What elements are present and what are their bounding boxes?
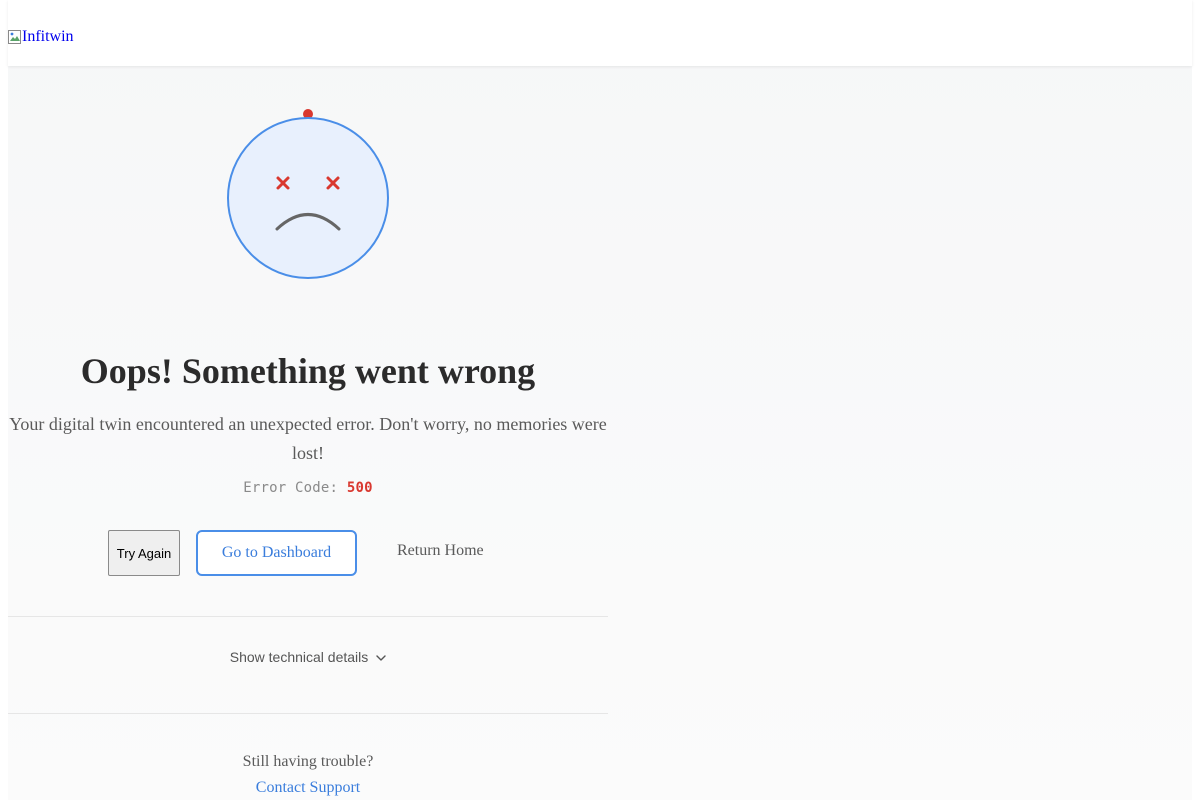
page: Infitwin Oops! Something went wrong Your…	[8, 0, 1192, 800]
error-code-value: 500	[346, 480, 373, 496]
error-code: Error Code: 500	[8, 480, 608, 496]
sad-face-icon	[226, 106, 390, 286]
error-code-label: Error Code:	[243, 480, 339, 496]
try-again-button[interactable]: Try Again	[108, 530, 180, 576]
site-header: Infitwin	[8, 0, 1192, 66]
contact-support-link[interactable]: Contact Support	[256, 779, 360, 796]
technical-details-label: Show technical details	[229, 649, 369, 665]
show-technical-details-toggle[interactable]: Show technical details	[8, 647, 608, 668]
broken-image-icon	[8, 29, 22, 45]
support-link-wrapper: Contact Support	[8, 778, 608, 798]
support-prompt: Still having trouble?	[242, 753, 374, 770]
action-bar: Try Again Go to Dashboard Return Home	[8, 530, 608, 576]
divider	[8, 713, 608, 714]
divider	[8, 616, 608, 617]
return-home-link[interactable]: Return Home	[397, 541, 484, 561]
go-to-dashboard-button[interactable]: Go to Dashboard	[196, 530, 357, 576]
error-title: Oops! Something went wrong	[80, 351, 536, 391]
error-message: Your digital twin encountered an unexpec…	[9, 414, 607, 463]
logo-alt-text: Infitwin	[22, 28, 74, 45]
logo-link[interactable]: Infitwin	[8, 28, 74, 46]
chevron-down-icon	[376, 647, 386, 667]
